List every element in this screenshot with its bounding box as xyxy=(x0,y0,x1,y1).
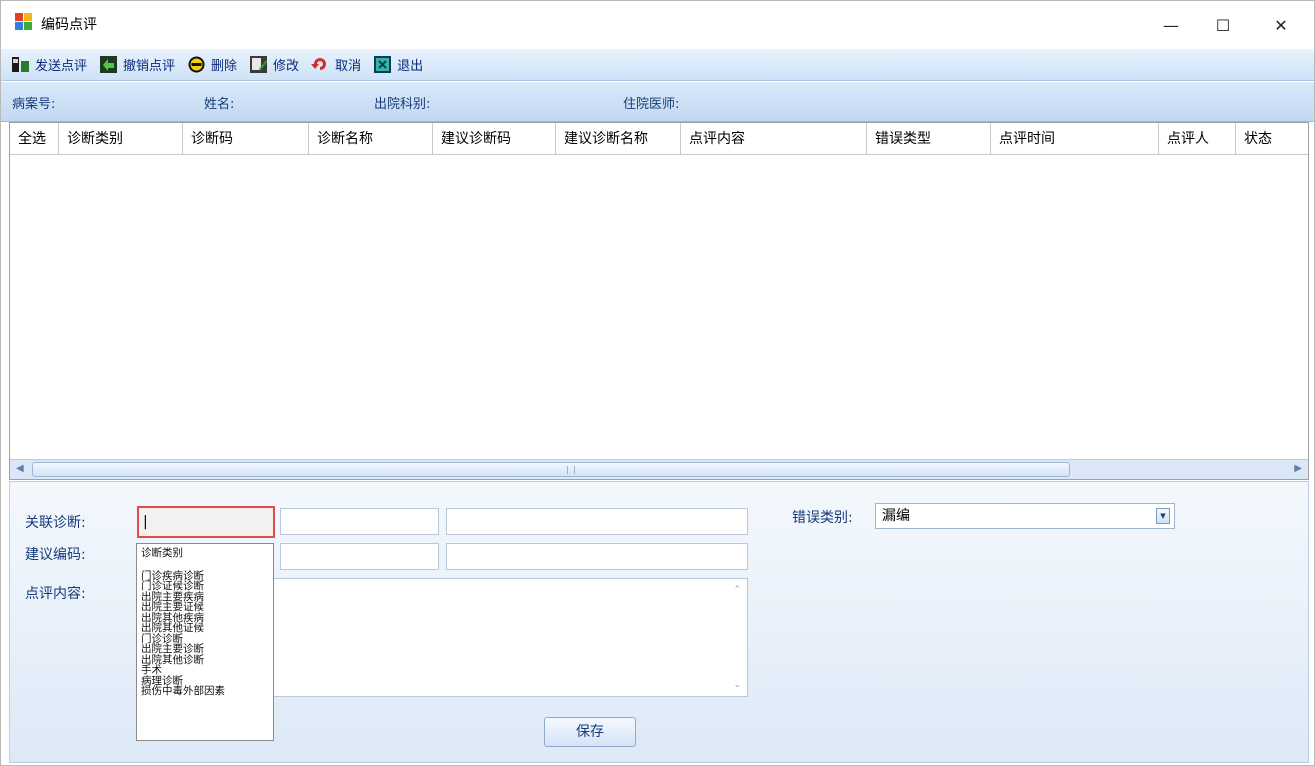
exit-icon xyxy=(373,55,392,74)
suggest-code-field[interactable] xyxy=(280,543,439,570)
minimize-button[interactable]: — xyxy=(1148,1,1194,49)
undo-review-icon xyxy=(99,55,118,74)
record-no-label: 病案号: xyxy=(12,97,56,112)
maximize-button[interactable]: ☐ xyxy=(1200,1,1246,49)
related-diag-code-field[interactable] xyxy=(280,508,439,535)
send-review-icon xyxy=(11,55,30,74)
related-diag-input[interactable]: | xyxy=(137,506,275,538)
col-diag-code[interactable]: 诊断码 xyxy=(183,123,309,155)
patient-info-bar: 病案号: 姓名: 出院科别: 住院医师: xyxy=(1,82,1314,122)
col-error-type[interactable]: 错误类型 xyxy=(867,123,991,155)
doctor-label: 住院医师: xyxy=(623,97,680,112)
edit-button[interactable]: 修改 xyxy=(249,53,299,77)
dropdown-item[interactable]: 门诊证候诊断 xyxy=(141,581,269,592)
exit-button[interactable]: 退出 xyxy=(373,53,423,77)
app-icon xyxy=(15,13,32,30)
horizontal-scrollbar[interactable]: ◀ ▶ xyxy=(10,459,1308,479)
delete-label: 删除 xyxy=(211,59,238,74)
edit-label: 修改 xyxy=(273,59,300,74)
memo-scroll-down-icon[interactable]: ⌄ xyxy=(733,680,741,690)
delete-icon xyxy=(187,55,206,74)
related-diag-label: 关联诊断: xyxy=(25,515,86,531)
review-grid[interactable]: 全选 诊断类别 诊断码 诊断名称 建议诊断码 建议诊断名称 点评内容 错误类型 … xyxy=(9,122,1309,480)
comment-textarea[interactable]: ⌃ ⌄ xyxy=(273,578,748,697)
dropdown-item[interactable]: 手术 xyxy=(141,665,269,676)
title-bar: 编码点评 — ☐ ✕ xyxy=(1,1,1314,49)
dropdown-item[interactable]: 出院其他证候 xyxy=(141,623,269,634)
error-type-select[interactable]: 漏编 ▼ xyxy=(875,503,1175,529)
suggest-name-field[interactable] xyxy=(446,543,748,570)
col-suggest-code[interactable]: 建议诊断码 xyxy=(433,123,556,155)
code-review-window: 编码点评 — ☐ ✕ 发送点评 撤销点评 删除 修改 取消 退出 病案号: 姓名… xyxy=(0,0,1315,766)
suggest-code-label: 建议编码: xyxy=(25,547,86,563)
comment-label: 点评内容: xyxy=(25,586,86,602)
undo-review-button[interactable]: 撤销点评 xyxy=(99,53,175,77)
related-diag-name-field[interactable] xyxy=(446,508,748,535)
error-type-value: 漏编 xyxy=(882,508,910,524)
scroll-grip-icon xyxy=(567,466,575,474)
dropdown-item[interactable]: 出院主要诊断 xyxy=(141,644,269,655)
cancel-icon xyxy=(311,55,330,74)
undo-review-label: 撤销点评 xyxy=(123,59,176,74)
cancel-label: 取消 xyxy=(335,59,362,74)
col-comment[interactable]: 点评内容 xyxy=(681,123,867,155)
save-button[interactable]: 保存 xyxy=(544,717,636,747)
dropdown-header: 诊断类别 xyxy=(141,547,183,559)
error-type-label: 错误类别: xyxy=(792,510,853,526)
grid-header: 全选 诊断类别 诊断码 诊断名称 建议诊断码 建议诊断名称 点评内容 错误类型 … xyxy=(10,123,1308,155)
exit-label: 退出 xyxy=(397,59,424,74)
edit-icon xyxy=(249,55,268,74)
scroll-right-icon[interactable]: ▶ xyxy=(1294,463,1302,474)
window-title: 编码点评 xyxy=(41,17,97,33)
close-button[interactable]: ✕ xyxy=(1258,1,1304,49)
col-suggest-name[interactable]: 建议诊断名称 xyxy=(556,123,681,155)
dropdown-item[interactable]: 出院主要证候 xyxy=(141,602,269,613)
col-reviewer[interactable]: 点评人 xyxy=(1159,123,1236,155)
name-label: 姓名: xyxy=(204,97,235,112)
col-diag-category[interactable]: 诊断类别 xyxy=(59,123,183,155)
toolbar: 发送点评 撤销点评 删除 修改 取消 退出 xyxy=(1,49,1314,81)
delete-button[interactable]: 删除 xyxy=(187,53,237,77)
col-status[interactable]: 状态 xyxy=(1236,123,1306,155)
discharge-dept-label: 出院科别: xyxy=(374,97,431,112)
cancel-button[interactable]: 取消 xyxy=(311,53,361,77)
memo-scroll-up-icon[interactable]: ⌃ xyxy=(733,585,741,595)
send-review-button[interactable]: 发送点评 xyxy=(11,53,87,77)
dropdown-item[interactable]: 损伤中毒外部因素 xyxy=(141,686,269,697)
col-review-time[interactable]: 点评时间 xyxy=(991,123,1159,155)
scroll-left-icon[interactable]: ◀ xyxy=(16,463,24,474)
scroll-thumb[interactable] xyxy=(32,462,1070,477)
diag-category-dropdown[interactable]: 诊断类别 门诊疾病诊断 门诊证候诊断 出院主要疾病 出院主要证候 出院其他疾病 … xyxy=(136,543,274,741)
col-diag-name[interactable]: 诊断名称 xyxy=(309,123,433,155)
send-review-label: 发送点评 xyxy=(35,59,88,74)
chevron-down-icon[interactable]: ▼ xyxy=(1156,508,1170,524)
col-select-all[interactable]: 全选 xyxy=(10,123,59,155)
